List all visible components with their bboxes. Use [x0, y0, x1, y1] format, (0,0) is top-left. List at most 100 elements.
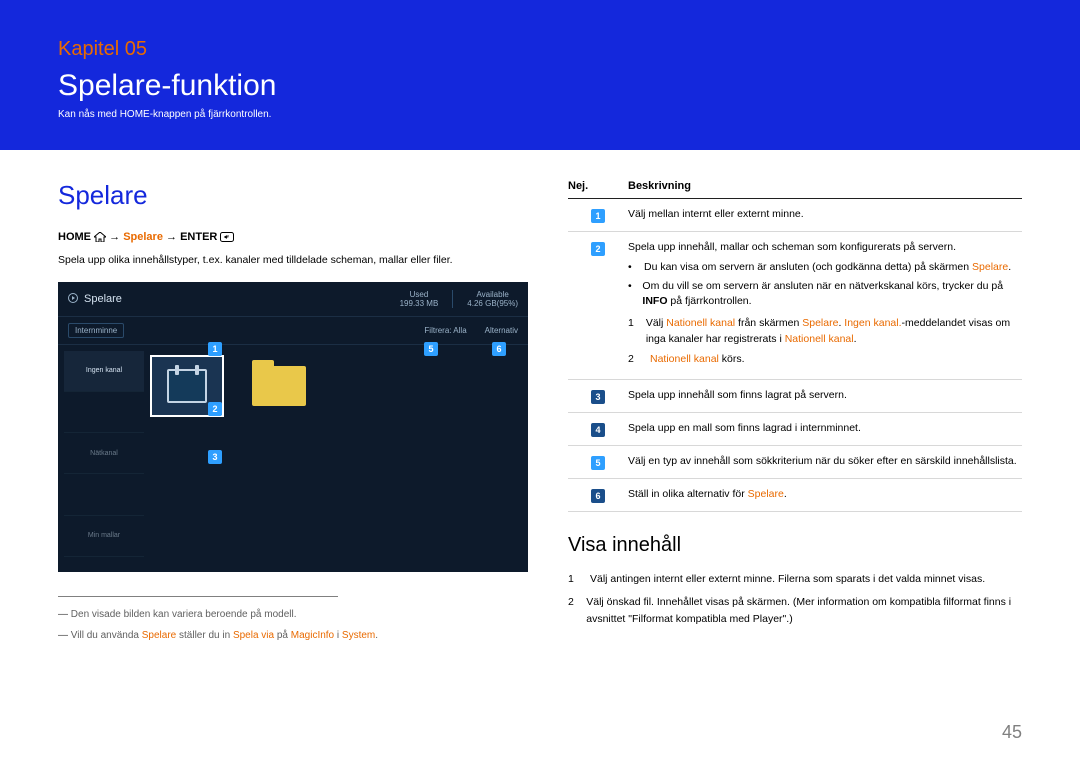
- breadcrumb: HOME → Spelare → ENTER: [58, 231, 528, 245]
- footnote-part: Vill du använda: [71, 630, 142, 641]
- footnote-accent: Spelare: [142, 630, 176, 641]
- sidebar-item-natkanal: Nätkanal: [64, 433, 144, 474]
- header-beskrivning: Beskrivning: [628, 180, 691, 192]
- row-badge-3: 3: [591, 390, 605, 404]
- step-accent: Nationell kanal: [785, 333, 854, 345]
- calendar-icon: [167, 369, 207, 403]
- table-row: 1 Välj mellan internt eller externt minn…: [568, 199, 1022, 232]
- callout-badge-3: 3: [208, 450, 222, 464]
- footnote-part: ställer du in: [176, 630, 233, 641]
- row-desc: Spela upp en mall som finns lagrad i int…: [628, 421, 1022, 437]
- step-accent: Ingen kanal.: [844, 317, 901, 329]
- sidebar-item-mallar: Min mallar: [64, 516, 144, 557]
- callout-badge-6: 6: [492, 342, 506, 356]
- chapter-banner: Kapitel 05 Spelare-funktion Kan nås med …: [0, 0, 1080, 150]
- internminne-label: Internminne: [68, 323, 124, 338]
- bullet-text: .: [1008, 261, 1011, 273]
- chapter-label: Kapitel 05: [58, 38, 1080, 61]
- footnote-accent: Spela via: [233, 630, 274, 641]
- table-row: 6 Ställ in olika alternativ för Spelare.: [568, 479, 1022, 512]
- step-accent: Spelare: [802, 317, 838, 329]
- table-header: Nej. Beskrivning: [568, 180, 1022, 199]
- bullet-text: Om du vill se om servern är ansluten när…: [642, 280, 1003, 292]
- avail-value: 4.26 GB(95%): [467, 299, 518, 308]
- bullet-text: Du kan visa om servern är ansluten (och …: [644, 261, 972, 273]
- step-num: 2: [628, 352, 640, 368]
- arrow-icon: →: [109, 231, 120, 243]
- step-text: .: [854, 333, 857, 345]
- callout-badge-1: 1: [208, 342, 222, 356]
- step-accent: Nationell kanal: [650, 353, 719, 365]
- row-badge-6: 6: [591, 489, 605, 503]
- sidebar-item: [64, 392, 144, 433]
- table-row: 2 Spela upp innehåll, mallar och scheman…: [568, 232, 1022, 380]
- row-badge-1: 1: [591, 209, 605, 223]
- row6-pre: Ställ in olika alternativ för: [628, 488, 748, 500]
- step-text: från skärmen: [735, 317, 802, 329]
- row2-lead: Spela upp innehåll, mallar och scheman s…: [628, 240, 1022, 256]
- list-text: Välj antingen internt eller externt minn…: [590, 571, 985, 588]
- row-desc: Spela upp innehåll, mallar och scheman s…: [628, 240, 1022, 371]
- row6-accent: Spelare: [748, 488, 784, 500]
- row-badge-5: 5: [591, 456, 605, 470]
- numbered-list: 1 Välj antingen internt eller externt min…: [568, 571, 1022, 627]
- footnote-1: ― Den visade bilden kan variera beroende…: [58, 607, 528, 622]
- play-icon: [68, 293, 78, 305]
- bullet-text: på fjärrkontrollen.: [668, 295, 752, 307]
- row-badge-4: 4: [591, 423, 605, 437]
- list-num: 1: [568, 571, 580, 588]
- table-row: 5 Välj en typ av innehåll som sökkriteri…: [568, 446, 1022, 479]
- bullet-icon: •: [628, 279, 634, 311]
- breadcrumb-enter: ENTER: [180, 231, 217, 243]
- callout-badge-2: 2: [208, 402, 222, 416]
- sidebar-item-ingen-kanal: Ingen kanal: [64, 351, 144, 392]
- footnote-accent: MagicInfo: [291, 630, 334, 641]
- row6-post: .: [784, 488, 787, 500]
- row-desc: Spela upp innehåll som finns lagrat på s…: [628, 388, 1022, 404]
- chapter-title: Spelare-funktion: [58, 69, 1080, 103]
- dash-icon: ―: [58, 609, 68, 620]
- screenshot-title: Spelare: [84, 293, 122, 305]
- callout-badge-5: 5: [424, 342, 438, 356]
- row-desc: Välj mellan internt eller externt minne.: [628, 207, 1022, 223]
- table-row: 3 Spela upp innehåll som finns lagrat på…: [568, 380, 1022, 413]
- used-value: 199.33 MB: [400, 299, 439, 308]
- table-row: 4 Spela upp en mall som finns lagrad i i…: [568, 413, 1022, 446]
- avail-label: Available: [467, 290, 518, 299]
- player-screenshot: Spelare Used199.33 MB Available4.26 GB(9…: [58, 282, 528, 572]
- list-text: Välj önskad fil. Innehållet visas på skä…: [586, 594, 1022, 628]
- page-number: 45: [1002, 722, 1022, 743]
- subheading: Visa innehåll: [568, 534, 1022, 557]
- sidebar-item: [64, 474, 144, 515]
- arrow-icon: →: [166, 231, 177, 243]
- header-nej: Nej.: [568, 180, 628, 192]
- list-num: 2: [568, 594, 576, 628]
- step-text: körs.: [719, 353, 745, 365]
- footnote-part: .: [375, 630, 378, 641]
- step-num: 1: [628, 316, 636, 348]
- enter-icon: [220, 232, 234, 245]
- step-text: Välj: [646, 317, 666, 329]
- tile-folder: [242, 355, 316, 417]
- bullet-bold: INFO: [642, 295, 667, 307]
- dash-icon: ―: [58, 630, 68, 641]
- chapter-subtitle: Kan nås med HOME-knappen på fjärrkontrol…: [58, 109, 1080, 120]
- folder-icon: [252, 366, 306, 406]
- used-label: Used: [400, 290, 439, 299]
- footnote-part: i: [334, 630, 342, 641]
- footnote-text: Den visade bilden kan variera beroende p…: [71, 609, 297, 620]
- options-label: Alternativ: [485, 326, 518, 335]
- breadcrumb-home: HOME: [58, 231, 91, 243]
- footnote-part: på: [274, 630, 291, 641]
- lead-text: Spela upp olika innehållstyper, t.ex. ka…: [58, 253, 528, 268]
- breadcrumb-spelare: Spelare: [123, 231, 163, 243]
- footnote-2: ― Vill du använda Spelare ställer du in …: [58, 628, 528, 643]
- filter-label: Filtrera: Alla: [424, 326, 466, 335]
- row-badge-2: 2: [591, 242, 605, 256]
- step-accent: Nationell kanal: [666, 317, 735, 329]
- home-icon: [94, 232, 106, 245]
- section-title: Spelare: [58, 180, 528, 211]
- bullet-accent: Spelare: [972, 261, 1008, 273]
- bullet-icon: •: [628, 260, 636, 276]
- footnote-rule: [58, 596, 338, 597]
